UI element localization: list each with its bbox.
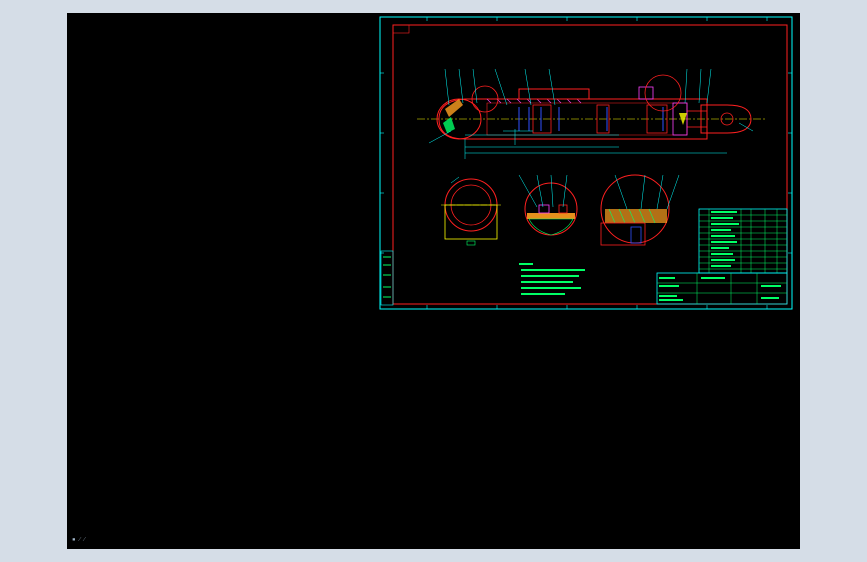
- detail-c: [600, 174, 680, 246]
- dimension-lines: [464, 129, 727, 159]
- item-leaders: [428, 68, 754, 144]
- detail-circle-ii: [644, 74, 682, 112]
- detail-b: [518, 174, 578, 236]
- corner-box: [392, 24, 410, 34]
- rear-hatch-2: [443, 117, 455, 133]
- model-space-viewport[interactable]: ▪ ⁄ ⁄: [67, 13, 800, 549]
- inner-frame: [392, 24, 788, 305]
- section-end-view: [441, 176, 501, 246]
- barrel-hatch: [486, 98, 582, 104]
- technical-notes: [519, 263, 585, 295]
- binding-strip-marks: [383, 256, 391, 298]
- parts-list: [698, 208, 788, 274]
- main-cylinder-view: [417, 68, 767, 159]
- ucs-icon: ▪ ⁄ ⁄: [72, 536, 85, 543]
- oil-port-right: [638, 86, 654, 100]
- cad-drawing: [379, 16, 793, 310]
- title-block: [656, 272, 788, 305]
